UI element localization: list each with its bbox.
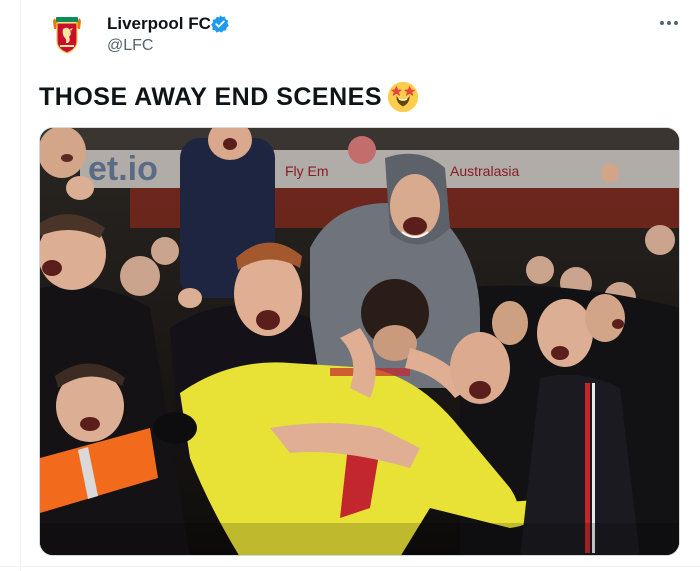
more-options-icon <box>660 21 664 25</box>
tweet-bottom-divider <box>0 566 700 567</box>
banner-sponsor-text: et.io <box>88 150 158 188</box>
more-options-button[interactable] <box>652 10 686 36</box>
author-display-name[interactable]: Liverpool FC <box>107 14 211 34</box>
more-dot <box>674 21 678 25</box>
author-avatar[interactable] <box>40 8 94 62</box>
tweet-card[interactable]: Liverpool FC @LFC THOSE AWAY END SCENES <box>0 0 700 571</box>
tweet-text: THOSE AWAY END SCENES <box>39 83 382 111</box>
author-handle[interactable]: @LFC <box>107 37 153 55</box>
liverpool-crest-icon <box>53 17 81 54</box>
more-dot <box>667 21 671 25</box>
banner-text-right: Australasia <box>450 163 519 179</box>
verified-badge-icon <box>211 15 229 33</box>
star-struck-emoji <box>387 81 419 113</box>
celebration-photo: et.io Fly Em Australasia <box>40 128 679 555</box>
tweet-photo[interactable]: et.io Fly Em Australasia <box>39 127 680 556</box>
banner-text-left: Fly Em <box>285 163 329 179</box>
stadium-banner <box>80 150 679 188</box>
